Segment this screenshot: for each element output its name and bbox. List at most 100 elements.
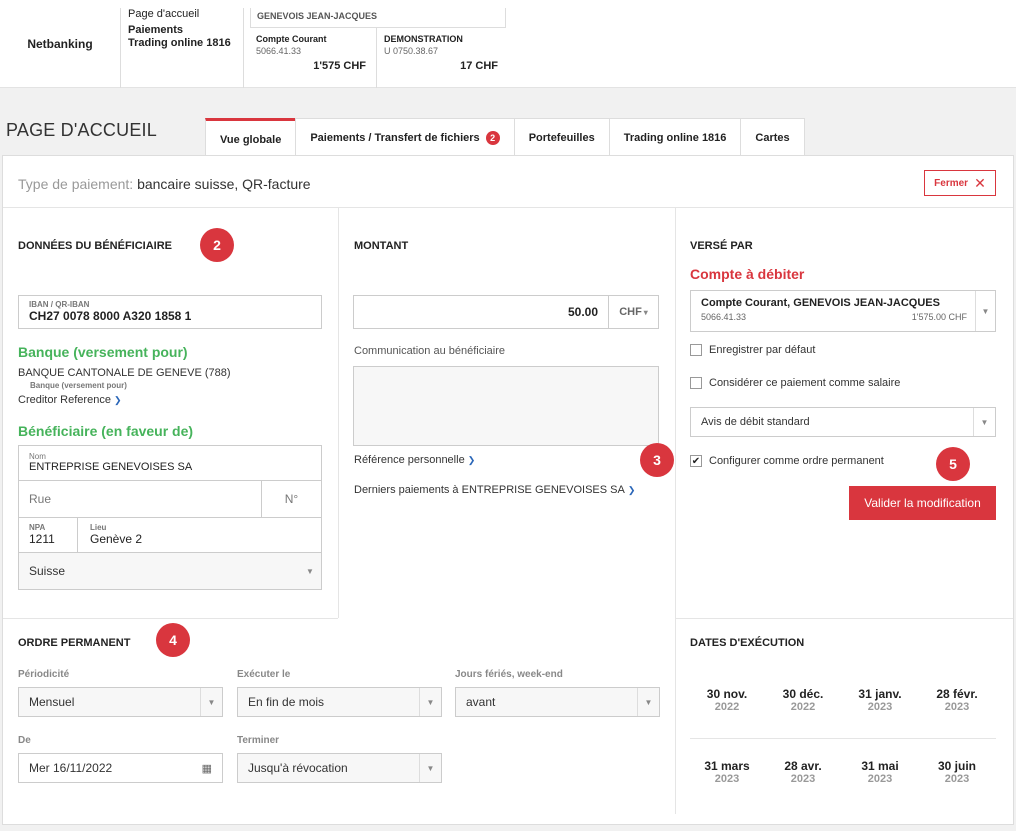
name-field[interactable]: Nom ENTREPRISE GENEVOISES SA [18,445,322,481]
check-icon: ✔ [690,455,702,467]
street-field[interactable]: Rue [18,480,262,518]
periodicity-select[interactable]: Mensuel ▼ [18,687,223,717]
close-label: Fermer [934,177,969,189]
chevron-down-icon: ▼ [419,688,441,716]
checkbox-box [690,377,702,389]
chevron-down-icon: ❯ [627,485,636,495]
street-number-field[interactable]: N° [261,480,322,518]
execution-date-year: 2023 [944,701,970,713]
account-summary-demo[interactable]: DEMONSTRATION U 0750.38.67 17 CHF [384,34,498,72]
account-owner: GENEVOIS JEAN-JACQUES [250,8,506,28]
execution-date-year: 2023 [790,773,816,785]
divider [675,208,676,814]
execution-date-day: 28 févr. [936,687,978,701]
personal-reference-toggle[interactable]: Référence personnelle ❯ [354,454,475,466]
execution-date-year: 2022 [714,701,740,713]
validate-button[interactable]: Valider la modification [849,486,996,520]
account-balance: 17 CHF [460,60,498,72]
execution-date: 30 déc. 2022 [768,687,838,713]
payment-type: Type de paiement: bancaire suisse, QR-fa… [18,176,311,192]
execution-dates-title: DATES D'EXÉCUTION [690,637,805,649]
npa-value: 1211 [29,532,55,546]
page-title: PAGE D'ACCUEIL [6,120,157,140]
chevron-down-icon: ▼ [973,408,995,436]
tab-cards[interactable]: Cartes [740,118,805,156]
country-value: Suisse [29,564,66,578]
execution-date: 30 nov. 2022 [692,687,762,713]
end-select[interactable]: Jusqu'à révocation ▼ [237,753,442,783]
execution-date-day: 30 juin [937,759,976,773]
city-field[interactable]: Lieu Genève 2 [77,517,322,553]
from-date-field[interactable]: Mer 16/11/2022 ▦ [18,753,223,783]
tab-label: Portefeuilles [528,131,595,144]
debit-account-number: 5066.41.33 [701,312,747,322]
iban-field[interactable]: IBAN / QR-IBAN CH27 0078 8000 A320 1858 … [18,295,322,329]
checkbox-box [690,344,702,356]
execution-date-year: 2023 [714,773,740,785]
nav-trading[interactable]: Trading online 1816 [128,37,231,50]
personal-reference-label: Référence personnelle [354,454,465,466]
beneficiary-title: Bénéficiaire (en faveur de) [18,423,194,439]
currency-value: CHF [619,306,642,318]
periodicity-label: Périodicité [18,669,70,680]
iban-value: CH27 0078 8000 A320 1858 1 [29,309,192,323]
execute-select[interactable]: En fin de mois ▼ [237,687,442,717]
chevron-down-icon: ▼ [200,688,222,716]
holidays-select[interactable]: avant ▼ [455,687,660,717]
tab-payments[interactable]: Paiements / Transfert de fichiers 2 [295,118,515,156]
close-button[interactable]: Fermer ✕ [924,170,996,196]
tab-portfolios[interactable]: Portefeuilles [513,118,610,156]
city-value: Genève 2 [90,532,143,546]
chevron-down-icon: ❯ [467,455,476,465]
communication-textarea[interactable] [353,366,659,446]
tab-overview[interactable]: Vue globale [205,118,297,158]
beneficiary-section-title: DONNÉES DU BÉNÉFICIAIRE [18,240,173,252]
debit-account-select[interactable]: Compte Courant, GENEVOIS JEAN-JACQUES 50… [690,290,996,332]
divider [376,28,377,88]
creditor-reference-label: Creditor Reference [18,394,111,406]
debit-notice-value: Avis de débit standard [701,416,810,428]
save-default-label: Enregistrer par défaut [709,344,816,356]
bank-title: Banque (versement pour) [18,344,188,360]
calendar-icon[interactable]: ▦ [202,762,212,775]
brand-logo[interactable]: Netbanking [0,0,120,88]
execution-date: 28 févr. 2023 [922,687,992,713]
execution-date-year: 2023 [944,773,970,785]
divider [676,618,1013,619]
chevron-down-icon: ▼ [306,566,314,576]
save-default-checkbox[interactable]: Enregistrer par défaut [690,344,815,356]
step-marker-5: 5 [936,447,970,481]
execution-date: 31 janv. 2023 [845,687,915,713]
last-payments-label: Derniers paiements à ENTREPRISE GENEVOIS… [354,484,625,496]
execution-date: 28 avr. 2023 [768,759,838,785]
amount-input[interactable]: 50.00 [353,295,609,329]
execution-date-year: 2023 [867,701,893,713]
tab-label: Paiements / Transfert de fichiers [310,131,480,144]
country-select[interactable]: Suisse ▼ [18,552,322,590]
account-summary-current[interactable]: Compte Courant 5066.41.33 1'575 CHF [256,34,366,72]
execution-date-day: 30 nov. [706,687,748,701]
bank-name: BANQUE CANTONALE DE GENEVE (788) [18,367,231,379]
debit-account-title: Compte à débiter [690,266,805,282]
currency-select[interactable]: CHF ▾ [608,295,659,329]
salary-label: Considérer ce paiement comme salaire [709,377,901,389]
account-name: Compte Courant [256,34,327,44]
npa-field[interactable]: NPA 1211 [18,517,78,553]
debit-notice-select[interactable]: Avis de débit standard ▼ [690,407,996,437]
last-payments-toggle[interactable]: Derniers paiements à ENTREPRISE GENEVOIS… [354,484,635,496]
account-name: DEMONSTRATION [384,34,463,44]
nav-home[interactable]: Page d'accueil [128,8,231,21]
paid-by-section-title: VERSÉ PAR [690,240,753,252]
salary-checkbox[interactable]: Considérer ce paiement comme salaire [690,377,900,389]
standing-order-checkbox[interactable]: ✔ Configurer comme ordre permanent [690,455,884,467]
account-number: U 0750.38.67 [384,46,439,56]
end-value: Jusqu'à révocation [248,761,348,775]
divider [243,8,244,88]
tab-trading[interactable]: Trading online 1816 [608,118,742,156]
nav-payments[interactable]: Paiements [128,24,231,37]
execution-date-day: 28 avr. [784,759,822,773]
tab-label: Trading online 1816 [623,131,727,144]
from-label: De [18,735,31,746]
creditor-reference-toggle[interactable]: Creditor Reference ❯ [18,394,121,406]
communication-label: Communication au bénéficiaire [354,345,506,357]
